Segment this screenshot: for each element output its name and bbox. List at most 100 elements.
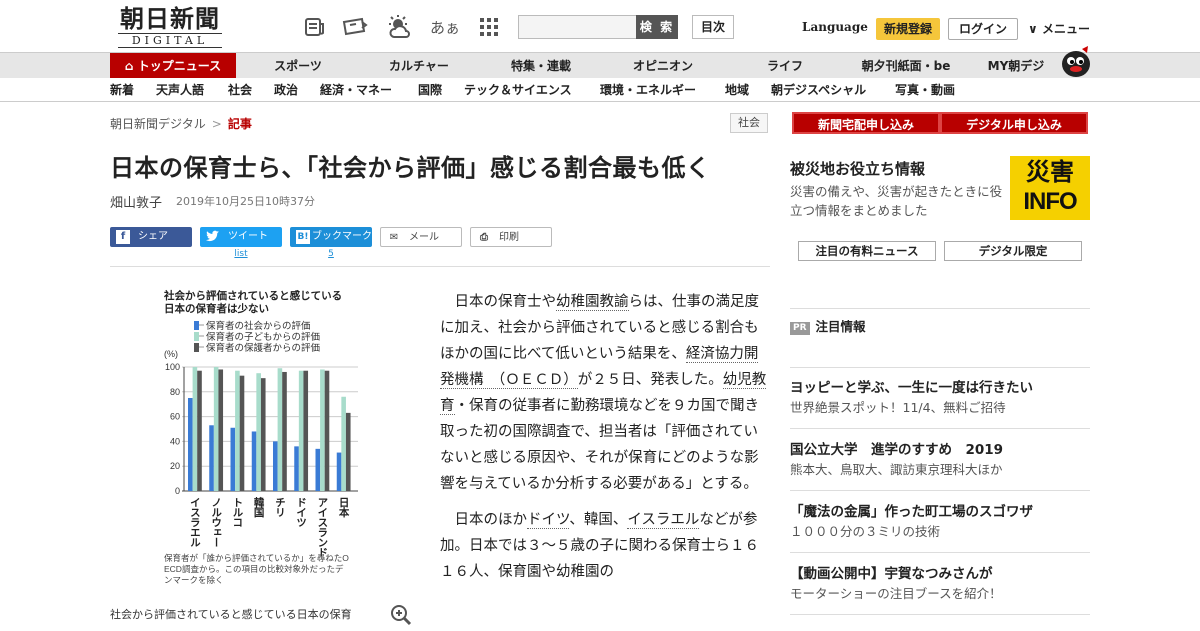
nav2-special[interactable]: 朝デジスペシャル (771, 78, 866, 102)
chevron-down-icon: ∨ (1028, 22, 1038, 36)
nav-life[interactable]: ライフ (732, 53, 838, 79)
divider (790, 308, 1090, 309)
bar (341, 396, 346, 491)
y-axis-unit: (%) (164, 349, 178, 359)
article-body: 日本の保育士や幼稚園教諭らは、仕事の満足度に加え、社会から評価されていると感じる… (440, 289, 770, 595)
divider (790, 552, 1090, 553)
pr-item-title: ヨッピーと学ぶ、一生に一度は行きたい (790, 380, 1033, 396)
pr-item-title: 「魔法の金属」作った町工場のスゴワザ (790, 504, 1033, 520)
register-button[interactable]: 新規登録 (876, 18, 940, 40)
chart[interactable]: 社会から評価されていると感じている日本の保育者は少ない 保育者の社会からの評価保… (160, 285, 360, 590)
divider (790, 614, 1090, 615)
chart-note-text: ECD調査から。この項目の比較対象外だったデ (164, 564, 344, 574)
grid-icon[interactable] (476, 14, 502, 40)
bar (345, 412, 351, 491)
site-logo[interactable]: 朝日新聞 DIGITAL (112, 6, 228, 48)
x-tick-label: トルコ (231, 497, 243, 527)
breadcrumb-home[interactable]: 朝日新聞デジタル (110, 117, 206, 131)
pr-item[interactable]: ヨッピーと学ぶ、一生に一度は行きたい 世界絶景スポット！11/4、無料ご招待 (790, 378, 1090, 418)
bar (315, 448, 321, 491)
print-button[interactable]: ⎙ 印刷 (470, 227, 552, 247)
article-paragraph: 日本の保育士や幼稚園教諭らは、仕事の満足度に加え、社会から評価されていると感じる… (440, 289, 770, 497)
nav2-new[interactable]: 新着 (110, 78, 134, 102)
nav-features[interactable]: 特集・連載 (488, 53, 594, 79)
y-tick-label: 100 (165, 362, 180, 372)
weather-icon[interactable] (386, 14, 412, 40)
keyword-link[interactable]: 幼稚園教諭 (556, 294, 629, 311)
bar (256, 373, 261, 491)
nav-paper[interactable]: 朝夕刊紙面・be (848, 53, 964, 79)
divider (110, 266, 770, 267)
nav2-society[interactable]: 社会 (228, 78, 252, 102)
toc-button[interactable]: 目次 (692, 15, 734, 39)
newspaper-icon[interactable] (302, 14, 328, 40)
article-date: 2019年10月25日10時37分 (176, 195, 315, 208)
keyword-link[interactable]: イスラエル (627, 512, 700, 529)
twitter-count[interactable]: list (200, 249, 282, 259)
primary-nav: ⌂ トップニュース スポーツ カルチャー 特集・連載 オピニオン ライフ 朝夕刊… (0, 52, 1200, 79)
pr-item-title: 国公立大学 進学のすすめ 2019 (790, 442, 1004, 458)
nav-top-news[interactable]: ⌂ トップニュース (110, 53, 236, 79)
share-twitter-button[interactable]: ツイート (200, 227, 282, 247)
y-tick-label: 80 (170, 387, 180, 397)
search-button[interactable]: 検 索 (636, 15, 678, 39)
chart-note: 保育者が「誰から評価されているか」を尋ねたOECD調査から。この項目の比較対象外… (164, 553, 349, 585)
chart-x-labels: イスラエル ノルウェー トルコ 韓国 チリ ドイツ アイスランド 日本 (189, 496, 350, 557)
nav-culture[interactable]: カルチャー (366, 53, 472, 79)
nav2-economy[interactable]: 経済・マネー (320, 78, 392, 102)
share-mail-button[interactable]: ✉ メール (380, 227, 462, 247)
share-facebook-button[interactable]: f シェア (110, 227, 192, 247)
chart-legend: 保育者の社会からの評価保育者の子どもからの評価保育者の保護者からの評価 (194, 320, 321, 354)
breadcrumb: 朝日新聞デジタル > 記事 (110, 115, 252, 132)
digital-subscribe-button[interactable]: デジタル申し込み (940, 112, 1088, 134)
nav2-tech[interactable]: テック＆サイエンス (464, 78, 572, 102)
hatena-count[interactable]: 5 (290, 249, 372, 259)
nav2-international[interactable]: 国際 (418, 78, 442, 102)
x-tick-label: チリ (274, 497, 286, 517)
share-hatena-button[interactable]: B! ブックマーク (290, 227, 372, 247)
zoom-icon[interactable] (390, 604, 412, 626)
article-author[interactable]: 畑山敦子 (110, 192, 162, 211)
menu-button[interactable]: ∨ メニュー (1028, 20, 1090, 37)
disaster-info-badge[interactable]: 災害 INFO (1010, 156, 1090, 220)
pr-item[interactable]: 国公立大学 進学のすすめ 2019 熊本大、鳥取大、諏訪東京理科大ほか (790, 440, 1090, 480)
digital-only-button[interactable]: デジタル限定 (944, 241, 1082, 261)
divider (790, 490, 1090, 491)
disaster-info-desc[interactable]: 災害の備えや、災害が起きたときに役立つ情報をまとめました (790, 182, 1008, 220)
nav2-tensei[interactable]: 天声人語 (156, 78, 204, 102)
nav2-region[interactable]: 地域 (725, 78, 749, 102)
bar (336, 452, 342, 491)
category-tag[interactable]: 社会 (730, 113, 768, 133)
pr-item[interactable]: 【動画公開中】宇賀なつみさんが モーターショーの注目ブースを紹介！ (790, 564, 1090, 604)
language-link[interactable]: Language (802, 20, 868, 34)
y-tick-label: 40 (170, 436, 180, 446)
nav2-environment[interactable]: 環境・エネルギー (600, 78, 696, 102)
home-icon: ⌂ (124, 59, 134, 73)
bar (320, 369, 325, 491)
nav-sports[interactable]: スポーツ (246, 53, 350, 79)
secondary-nav: 新着 天声人語 社会 政治 経済・マネー 国際 テック＆サイエンス 環境・エネル… (0, 78, 1200, 102)
login-button[interactable]: ログイン (948, 18, 1018, 40)
twitter-icon (206, 230, 220, 244)
legend-label: 保育者の子どもからの評価 (206, 331, 321, 343)
pr-item[interactable]: 「魔法の金属」作った町工場のスゴワザ １０００分の３ミリの技術 (790, 502, 1090, 542)
nav2-politics[interactable]: 政治 (274, 78, 298, 102)
legend-swatch (194, 343, 199, 352)
search-input[interactable] (518, 15, 636, 39)
nav-opinion[interactable]: オピニオン (610, 53, 716, 79)
newspaper-subscribe-button[interactable]: 新聞宅配申し込み (792, 112, 940, 134)
legend-swatch (194, 321, 199, 330)
keyword-link[interactable]: ドイツ (527, 512, 570, 529)
hatena-icon: B! (296, 230, 310, 244)
ticket-icon[interactable] (342, 14, 368, 40)
disaster-info-title[interactable]: 被災地お役立ち情報 (790, 158, 925, 179)
paid-news-button[interactable]: 注目の有料ニュース (798, 241, 936, 261)
bar (324, 370, 330, 491)
bar (213, 367, 219, 491)
bar (230, 427, 236, 491)
font-size-icon[interactable]: あぁ (430, 14, 460, 40)
y-tick-label: 20 (170, 461, 180, 471)
nav-my[interactable]: MY朝デジ (976, 53, 1056, 79)
nav2-photo[interactable]: 写真・動画 (895, 78, 955, 102)
chart-caption: 社会から評価されていると感じている日本の保育 (110, 608, 352, 621)
